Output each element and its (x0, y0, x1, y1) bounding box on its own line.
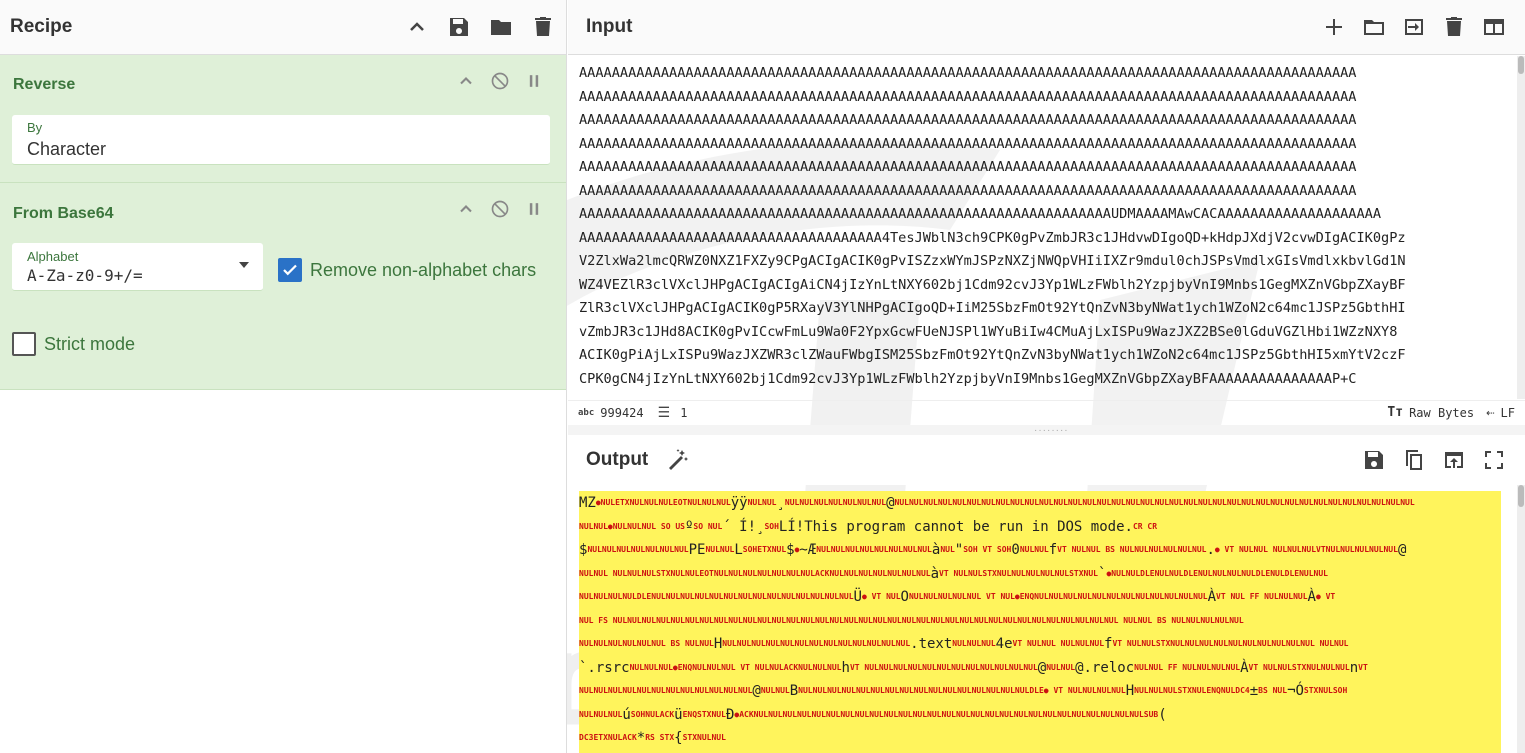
input-line: WZ4VEZlR3clVXclJHPgACIgACIgAiCN4jIzYnLtN… (579, 276, 1406, 293)
save-recipe-icon[interactable] (446, 14, 472, 40)
disable-operation-icon[interactable] (490, 71, 510, 91)
collapse-operation-chevron-icon[interactable] (456, 71, 476, 91)
input-length: 999424 (600, 405, 644, 420)
io-resize-divider[interactable]: ········ (568, 425, 1525, 436)
dropdown-caret-icon (239, 262, 249, 268)
pause-breakpoint-icon[interactable] (524, 199, 544, 219)
input-line: AAAAAAAAAAAAAAAAAAAAAAAAAAAAAAAAAAAAA4Te… (579, 229, 1406, 246)
strict-mode-label: Strict mode (44, 333, 136, 354)
disable-operation-icon[interactable] (490, 199, 510, 219)
remove-non-alphabet-checkbox[interactable]: Remove non-alphabet chars (278, 258, 536, 282)
eol-selector[interactable]: ⇠ LF (1486, 405, 1515, 421)
output-line: `.rsrcNULNULNUL●ENQNULNULNUL VT NULNULAC… (579, 659, 1368, 676)
chr-enc-selector[interactable]: Tт Raw Bytes (1387, 405, 1474, 420)
input-line: AAAAAAAAAAAAAAAAAAAAAAAAAAAAAAAAAAAAAAAA… (579, 112, 1357, 128)
return-arrow-icon: ⇠ (1486, 404, 1495, 421)
add-tab-plus-icon[interactable] (1321, 14, 1347, 40)
input-line: ZlR3clVXclJHPgACIgACIK0gP5RXayV3YlNHPgAC… (579, 300, 1406, 316)
output-scrollbar-thumb[interactable] (1518, 485, 1524, 507)
open-folder-icon[interactable] (1361, 14, 1387, 40)
by-field[interactable]: By Character (12, 115, 550, 165)
output-line: $NULNULNULNULNULNULNULPENULNULLSOHETXNUL… (579, 541, 1407, 558)
input-scrollbar[interactable] (1517, 56, 1525, 399)
operation-title: Reverse (13, 76, 76, 93)
input-line: AAAAAAAAAAAAAAAAAAAAAAAAAAAAAAAAAAAAAAAA… (579, 206, 1382, 222)
alphabet-label: Alphabet (27, 249, 79, 264)
input-line: AAAAAAAAAAAAAAAAAAAAAAAAAAAAAAAAAAAAAAAA… (579, 135, 1357, 152)
input-line: AAAAAAAAAAAAAAAAAAAAAAAAAAAAAAAAAAAAAAAA… (579, 88, 1357, 105)
output-line: NULNUL NULNULNULSTXNULNULEOTNULNULNULNUL… (579, 565, 1328, 582)
output-panel: Output MZ●NULETXNULNULNULEOTNULNULNULÿÿN… (568, 435, 1525, 753)
input-title: Input (586, 16, 633, 37)
input-format: Raw Bytes (1409, 405, 1475, 420)
output-line: DC3ETXNULACK*RS STX{STXNULNUL (579, 729, 726, 746)
output-textarea[interactable]: MZ●NULETXNULNULNULEOTNULNULNULÿÿNULNUL¸N… (579, 491, 1501, 753)
input-line: AAAAAAAAAAAAAAAAAAAAAAAAAAAAAAAAAAAAAAAA… (579, 182, 1357, 199)
operation-reverse: Reverse By Character (0, 55, 566, 183)
operation-title: From Base64 (13, 205, 114, 222)
lines-icon: ☰ (657, 404, 671, 421)
input-status-bar: abc 999424 ☰ 1 Tт Raw Bytes ⇠ LF (568, 400, 1525, 424)
output-line: NULNULNULNULDLENULNULNULNULNULNULNULNULN… (579, 588, 1336, 605)
maximise-output-icon[interactable] (1481, 447, 1507, 473)
pause-breakpoint-icon[interactable] (524, 71, 544, 91)
open-file-input-icon[interactable] (1401, 14, 1427, 40)
operation-from-base64: From Base64 Alphabet A-Za-z0-9+/= Remove… (0, 183, 566, 390)
input-panel: Input AAAAAAAAAAAAAAAAAAAAAAAAAAAAAAAAAA… (568, 0, 1525, 425)
magic-wand-icon[interactable] (666, 447, 1361, 473)
output-header: Output (568, 435, 1525, 485)
recipe-header: Recipe (0, 0, 566, 55)
input-line: V2ZlxWa2lmcQRWZ0NXZ1FXZy9CPgACIgACIK0gPv… (579, 253, 1406, 269)
recipe-panel: Recipe Reverse By Character From Base64 … (0, 0, 567, 753)
collapse-operation-chevron-icon[interactable] (456, 199, 476, 219)
clear-input-trash-icon[interactable] (1441, 14, 1467, 40)
input-header: Input (568, 0, 1525, 55)
output-line: MZ●NULETXNULNULNULEOTNULNULNULÿÿNULNUL¸N… (579, 494, 1415, 511)
copy-output-icon[interactable] (1401, 447, 1427, 473)
save-output-icon[interactable] (1361, 447, 1387, 473)
recipe-title: Recipe (10, 16, 73, 37)
input-line: AAAAAAAAAAAAAAAAAAAAAAAAAAAAAAAAAAAAAAAA… (579, 65, 1357, 81)
input-lines: 1 (680, 405, 688, 420)
by-value: Character (27, 139, 107, 159)
output-line: NUL FS NULNULNULNULNULNULNULNULNULNULNUL… (579, 615, 1244, 625)
remove-non-alphabet-label: Remove non-alphabet chars (310, 259, 537, 280)
alphabet-value: A-Za-z0-9+/= (27, 266, 143, 285)
checkbox-checked-icon (278, 258, 302, 282)
input-line: ACIK0gPiAjLxISPu9WazJXZWR3clZWauFWbgISM2… (579, 347, 1406, 363)
input-line: AAAAAAAAAAAAAAAAAAAAAAAAAAAAAAAAAAAAAAAA… (579, 159, 1357, 175)
input-scrollbar-thumb[interactable] (1518, 56, 1524, 74)
output-title: Output (586, 449, 649, 470)
reset-layout-icon[interactable] (1481, 14, 1507, 40)
abc-icon: abc (578, 407, 595, 418)
input-textarea[interactable]: AAAAAAAAAAAAAAAAAAAAAAAAAAAAAAAAAAAAAAAA… (579, 62, 1515, 397)
collapse-all-chevron-up-icon[interactable] (404, 14, 430, 40)
replace-input-with-output-icon[interactable] (1441, 447, 1467, 473)
checkbox-unchecked-icon (12, 332, 36, 356)
input-eol: LF (1500, 405, 1515, 420)
lines-indicator: ☰ 1 (658, 405, 688, 421)
strict-mode-checkbox[interactable]: Strict mode (12, 332, 135, 356)
alphabet-select[interactable]: Alphabet A-Za-z0-9+/= (12, 243, 263, 291)
load-recipe-folder-icon[interactable] (488, 14, 514, 40)
output-line: NULNULNULNULNULNUL BS NULNULHNULNULNULNU… (579, 635, 1349, 652)
input-line: CPK0gCN4jIzYnLtNXY602bj1Cdm92cvJ3Yp1WLzF… (579, 370, 1357, 387)
output-scrollbar[interactable] (1517, 485, 1525, 753)
output-line: NULNULNULNULNULNULNULNULNULNULNULNUL@NUL… (579, 682, 1348, 699)
input-line: vZmbJR3c1JHd8ACIK0gPvICcwFmLu9Wa0F2YpxGc… (579, 323, 1398, 340)
text-format-icon: Tт (1387, 405, 1404, 420)
by-label: By (27, 120, 43, 135)
clear-recipe-trash-icon[interactable] (530, 14, 556, 40)
length-indicator: abc 999424 (578, 406, 644, 420)
output-line: NULNULNULúSOHNULACKüENQSTXNULÐ●ACKNULNUL… (579, 706, 1167, 723)
output-line: NULNUL●NULNULNUL SO USºSO NUL´ Í!¸SOHLÍ!… (579, 518, 1158, 535)
